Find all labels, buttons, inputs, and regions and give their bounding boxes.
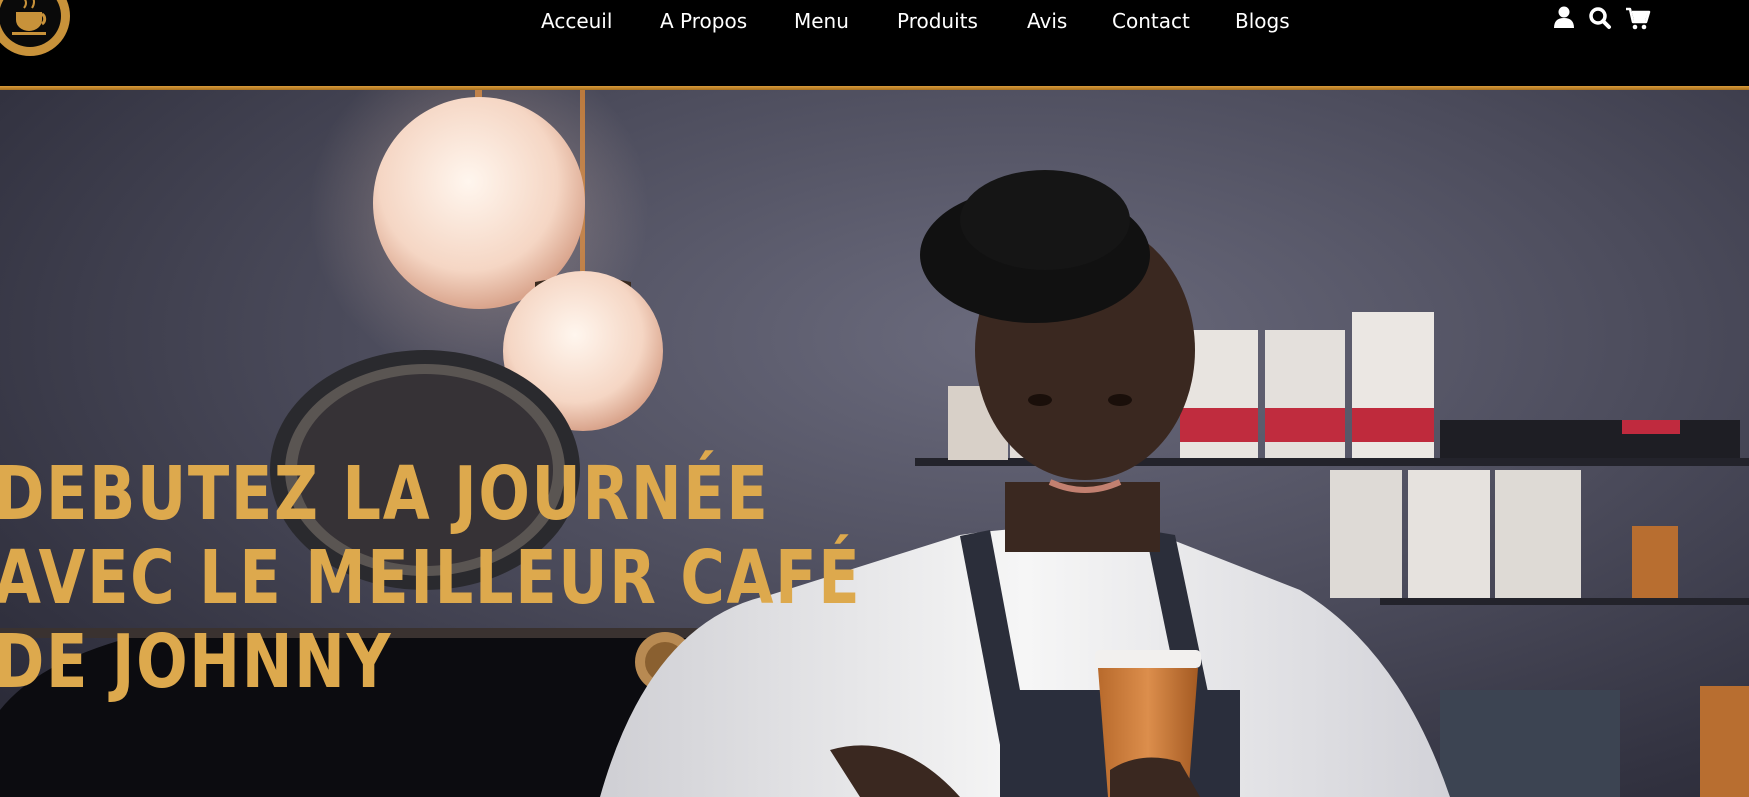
nav-link-a-propos[interactable]: A Propos: [660, 5, 747, 37]
main-navigation: Acceuil A Propos Menu Produits Avis Cont…: [0, 5, 1749, 37]
nav-link-avis[interactable]: Avis: [1027, 5, 1067, 37]
nav-link-produits[interactable]: Produits: [897, 5, 978, 37]
nav-link-menu[interactable]: Menu: [794, 5, 849, 37]
nav-link-blogs[interactable]: Blogs: [1235, 5, 1290, 37]
hero-banner: Debutez la journée avec le meilleur café…: [0, 90, 1749, 797]
hero-headline-line-3: de Johnny: [0, 619, 393, 705]
hero-headline-line-2: avec le meilleur café: [0, 535, 862, 621]
site-header: Acceuil A Propos Menu Produits Avis Cont…: [0, 0, 1749, 88]
user-icon[interactable]: [1550, 4, 1578, 32]
nav-link-acceuil[interactable]: Acceuil: [541, 5, 612, 37]
hero-headline: Debutez la journée avec le meilleur café…: [0, 451, 862, 705]
nav-link-contact[interactable]: Contact: [1112, 5, 1190, 37]
search-icon[interactable]: [1586, 4, 1614, 32]
hero-headline-line-1: Debutez la journée: [0, 451, 770, 537]
cart-icon[interactable]: [1624, 4, 1652, 32]
